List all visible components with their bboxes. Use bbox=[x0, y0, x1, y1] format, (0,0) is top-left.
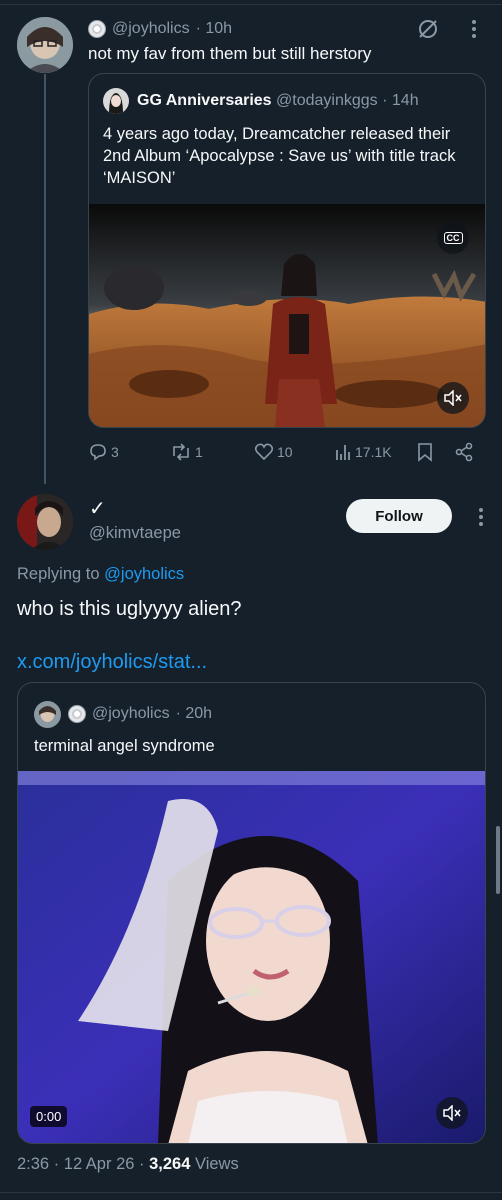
quote-card[interactable]: GG Anniversaries @todayinkggs · 14h 4 ye… bbox=[88, 73, 486, 428]
views-label: Views bbox=[194, 1155, 239, 1173]
quote-handle[interactable]: @todayinkggs bbox=[276, 92, 378, 109]
mute-button-2[interactable] bbox=[436, 1097, 468, 1129]
grok-icon[interactable] bbox=[416, 17, 440, 41]
repost-button[interactable]: 1 bbox=[170, 442, 203, 462]
quote-card-2[interactable]: @joyholics · 20h terminal angel syndrome bbox=[17, 682, 486, 1144]
quote2-video[interactable] bbox=[18, 771, 485, 1143]
quote-name[interactable]: GG Anniversaries bbox=[137, 92, 272, 109]
reply-avatar[interactable] bbox=[17, 494, 73, 550]
quote2-header: @joyholics · 20h bbox=[68, 705, 212, 723]
reply-avatar-image bbox=[17, 494, 73, 550]
tweet-datetime[interactable]: 2:36 · 12 Apr 26 · bbox=[17, 1155, 145, 1173]
tweet-time[interactable]: · 10h bbox=[196, 20, 232, 38]
avatar[interactable] bbox=[17, 17, 73, 73]
reply-count: 3 bbox=[111, 444, 119, 460]
more-icon[interactable] bbox=[464, 18, 484, 40]
thread-line bbox=[44, 74, 46, 484]
analytics-icon bbox=[336, 445, 350, 460]
reply-text: who is this uglyyyy alien? bbox=[17, 598, 242, 620]
scrollbar[interactable] bbox=[496, 826, 500, 894]
reply-icon bbox=[90, 444, 106, 461]
quote-header: GG Anniversaries @todayinkggs · 14h bbox=[137, 92, 419, 110]
reply-handle[interactable]: @kimvtaepe bbox=[89, 524, 181, 543]
muted-speaker-icon bbox=[444, 390, 462, 406]
tweet-text: not my fav from them but still herstory bbox=[88, 44, 372, 63]
quote-avatar[interactable] bbox=[103, 88, 129, 114]
tweet-handle[interactable]: @joyholics bbox=[112, 20, 190, 38]
reply-more-icon[interactable] bbox=[474, 506, 488, 528]
views-button[interactable]: 17.1K bbox=[334, 442, 392, 462]
desert-scene-image bbox=[89, 204, 485, 427]
like-count: 10 bbox=[277, 444, 293, 460]
views-count: 17.1K bbox=[355, 444, 392, 460]
quote-time: · 14h bbox=[382, 92, 419, 109]
replying-prefix: Replying to bbox=[17, 565, 100, 583]
muted-speaker-icon bbox=[443, 1105, 461, 1121]
cd-icon bbox=[68, 705, 86, 723]
views-total: 3,264 bbox=[149, 1155, 191, 1173]
quote2-avatar[interactable] bbox=[34, 701, 61, 728]
replying-to-link[interactable]: @joyholics bbox=[104, 565, 184, 583]
video-timer: 0:00 bbox=[30, 1106, 68, 1127]
quote-video[interactable]: CC bbox=[89, 204, 485, 427]
reply-link[interactable]: x.com/joyholics/stat... bbox=[17, 651, 207, 674]
bookmark-button[interactable] bbox=[416, 442, 434, 462]
quote2-time: · 20h bbox=[175, 705, 213, 722]
share-button[interactable] bbox=[454, 442, 474, 462]
repost-icon bbox=[173, 443, 189, 461]
share-icon bbox=[455, 442, 473, 462]
action-bar: 3 1 10 17.1K bbox=[88, 440, 486, 466]
top-divider bbox=[0, 4, 502, 5]
reply-button[interactable]: 3 bbox=[88, 442, 119, 462]
quote-text: 4 years ago today, Dreamcatcher released… bbox=[103, 125, 456, 187]
tweet-meta: 2:36 · 12 Apr 26 · 3,264 Views bbox=[17, 1155, 239, 1174]
bookmark-icon bbox=[418, 443, 432, 462]
captions-button[interactable]: CC bbox=[437, 222, 469, 254]
follow-button[interactable]: Follow bbox=[346, 499, 452, 533]
like-button[interactable]: 10 bbox=[254, 442, 293, 462]
quote2-text: terminal angel syndrome bbox=[34, 737, 215, 755]
mute-button[interactable] bbox=[437, 382, 469, 414]
repost-count: 1 bbox=[195, 444, 203, 460]
avatar-image bbox=[17, 17, 73, 73]
cc-icon: CC bbox=[443, 232, 463, 244]
cd-icon bbox=[88, 20, 106, 38]
replying-to: Replying to @joyholics bbox=[17, 565, 184, 584]
heart-icon bbox=[254, 443, 274, 461]
performer-image bbox=[18, 771, 485, 1143]
reply-name[interactable]: ✓ bbox=[89, 496, 106, 521]
bottom-divider bbox=[0, 1192, 502, 1193]
quote2-handle[interactable]: @joyholics bbox=[92, 705, 170, 723]
tweet-header: @joyholics · 10h bbox=[88, 20, 232, 38]
